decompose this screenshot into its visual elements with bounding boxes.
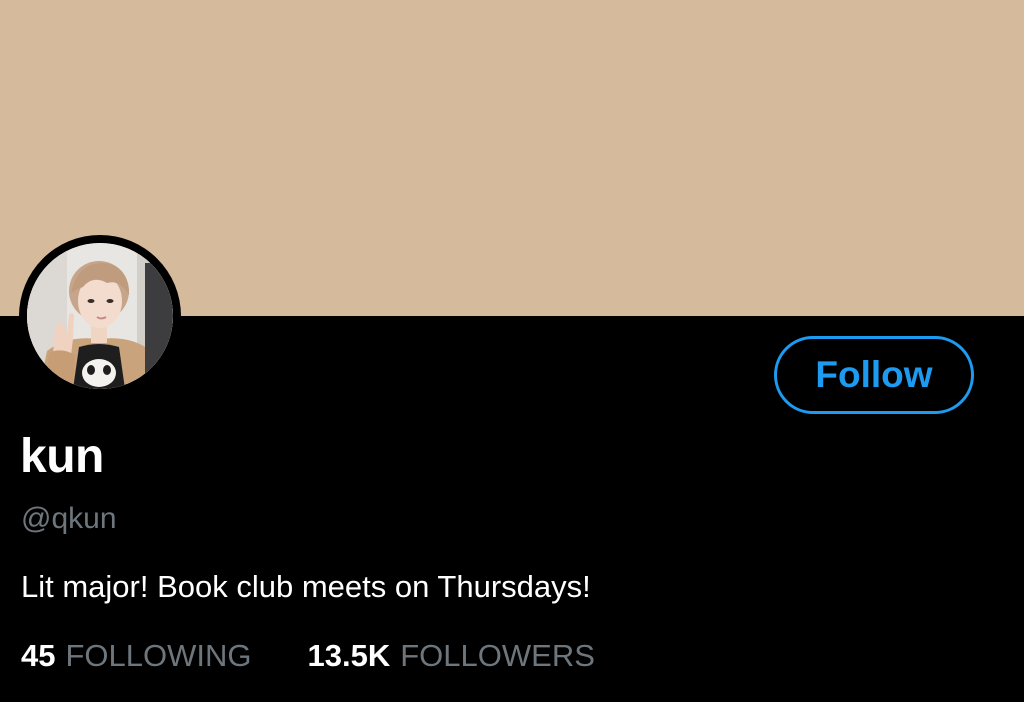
user-handle: @qkun [21,502,117,535]
profile-page: Follow kun @qkun Lit major! Book club me… [0,0,1024,702]
avatar-photo [27,243,173,389]
profile-bio: Lit major! Book club meets on Thursdays! [21,569,591,604]
profile-stats: 45 FOLLOWING 13.5K FOLLOWERS [21,634,595,678]
follow-button[interactable]: Follow [774,336,974,414]
followers-label: FOLLOWERS [400,638,595,673]
followers-count: 13.5K [307,638,391,673]
profile-avatar[interactable] [19,235,181,397]
following-label: FOLLOWING [65,638,252,673]
followers-link[interactable]: 13.5K FOLLOWERS [308,634,595,678]
following-count: 45 [21,638,56,673]
display-name: kun [20,430,104,483]
following-link[interactable]: 45 FOLLOWING [21,634,252,678]
